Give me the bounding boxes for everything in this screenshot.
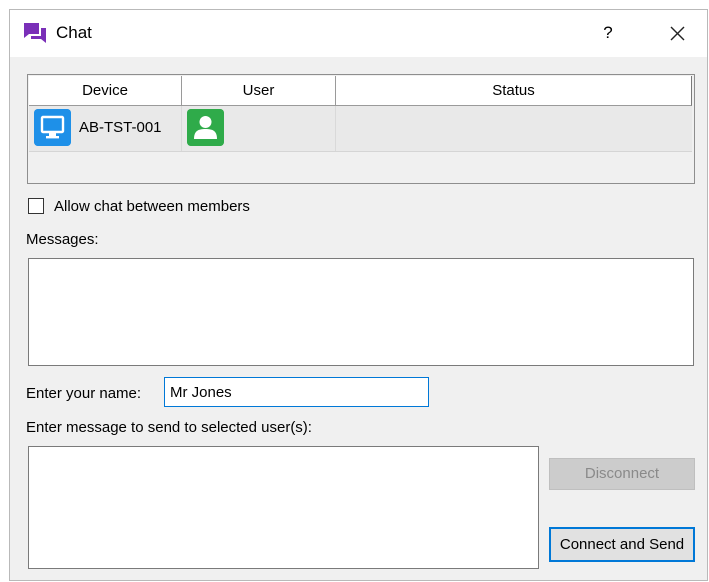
help-button[interactable]: ?: [593, 18, 623, 48]
monitor-icon: [34, 109, 71, 146]
compose-message-input[interactable]: [28, 446, 539, 569]
messages-log[interactable]: [28, 258, 694, 366]
table-row[interactable]: AB-TST-001: [29, 106, 692, 152]
messages-label: Messages:: [26, 231, 99, 248]
column-header-user[interactable]: User: [182, 76, 336, 106]
window-title: Chat: [56, 23, 92, 42]
disconnect-button[interactable]: Disconnect: [549, 458, 695, 490]
device-cell[interactable]: AB-TST-001: [29, 106, 182, 151]
allow-chat-checkbox[interactable]: [28, 198, 44, 214]
chat-bubbles-icon: [24, 23, 46, 43]
compose-label: Enter message to send to selected user(s…: [26, 419, 312, 436]
name-input[interactable]: [164, 377, 429, 407]
connect-and-send-button[interactable]: Connect and Send: [549, 527, 695, 562]
device-name: AB-TST-001: [79, 119, 162, 136]
title-bar: Chat ?: [10, 10, 707, 57]
name-label: Enter your name:: [26, 385, 142, 402]
close-icon[interactable]: [660, 18, 694, 48]
chat-dialog: Chat ? Device User Status AB-TST-001 All…: [10, 10, 707, 580]
user-cell[interactable]: [182, 106, 336, 151]
column-header-status[interactable]: Status: [336, 76, 692, 106]
allow-chat-label[interactable]: Allow chat between members: [54, 198, 250, 215]
user-icon: [187, 109, 224, 146]
column-header-device[interactable]: Device: [29, 76, 182, 106]
devices-table: Device User Status AB-TST-001: [27, 74, 695, 184]
status-cell[interactable]: [336, 106, 692, 151]
